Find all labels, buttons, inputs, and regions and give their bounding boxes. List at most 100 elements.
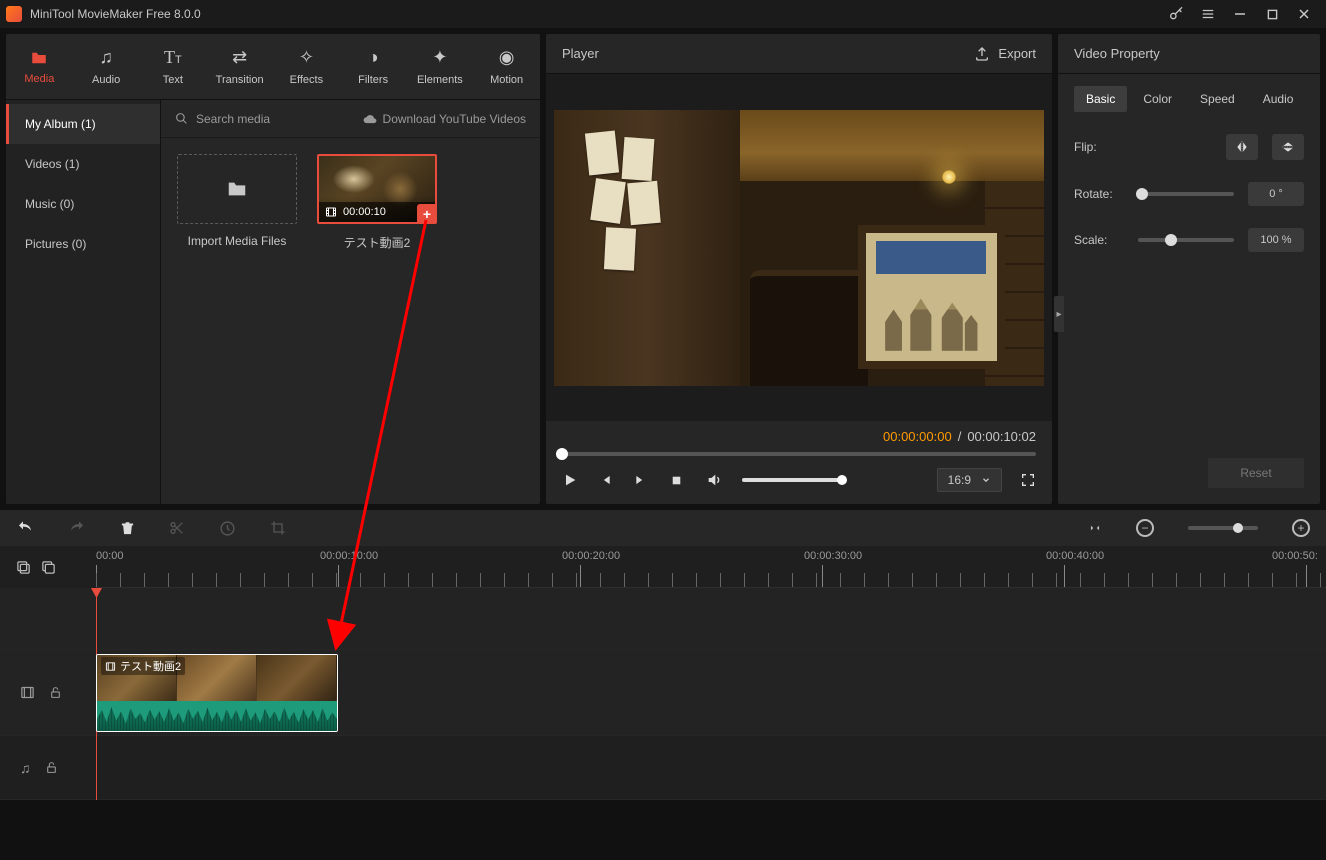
- tab-filters[interactable]: ◑ Filters: [340, 34, 407, 99]
- download-youtube-link[interactable]: Download YouTube Videos: [363, 112, 526, 126]
- tab-elements[interactable]: ✦ Elements: [407, 34, 474, 99]
- delete-button[interactable]: [120, 520, 135, 537]
- audio-track[interactable]: ♫: [0, 736, 1326, 800]
- motion-icon: ◉: [499, 47, 515, 68]
- clip-waveform: [97, 701, 337, 731]
- lock-icon[interactable]: [49, 685, 62, 700]
- zoom-in-button[interactable]: +: [1292, 519, 1310, 537]
- rotate-label: Rotate:: [1074, 187, 1124, 201]
- undo-button[interactable]: [16, 520, 34, 536]
- folder-icon: [29, 49, 49, 67]
- transition-icon: ⇄: [232, 47, 247, 68]
- crop-button[interactable]: [270, 520, 286, 536]
- video-track[interactable]: テスト動画2: [0, 650, 1326, 736]
- export-label: Export: [998, 46, 1036, 61]
- elements-icon: ✦: [432, 47, 447, 68]
- volume-button[interactable]: [706, 472, 724, 488]
- app-title: MiniTool MovieMaker Free 8.0.0: [30, 7, 201, 21]
- zoom-out-button[interactable]: −: [1136, 519, 1154, 537]
- add-track-button[interactable]: [16, 560, 31, 575]
- search-icon: [175, 112, 188, 125]
- seek-slider[interactable]: [562, 452, 1036, 456]
- rotate-slider[interactable]: [1138, 192, 1234, 196]
- prop-tab-color[interactable]: Color: [1131, 86, 1184, 112]
- next-frame-button[interactable]: [634, 473, 652, 487]
- split-button[interactable]: [169, 520, 185, 536]
- prev-frame-button[interactable]: [598, 473, 616, 487]
- redo-button[interactable]: [68, 520, 86, 536]
- close-button[interactable]: [1288, 0, 1320, 28]
- sidebar-item-label: Videos (1): [25, 157, 79, 171]
- text-icon: TT: [164, 47, 182, 68]
- search-placeholder: Search media: [196, 112, 270, 126]
- timeline-fit-button[interactable]: [1088, 520, 1102, 536]
- flip-label: Flip:: [1074, 140, 1124, 154]
- tab-label: Media: [24, 73, 54, 85]
- media-panel: Media ♫ Audio TT Text ⇄ Transition ✧ Eff…: [6, 34, 540, 504]
- scale-slider[interactable]: [1138, 238, 1234, 242]
- tab-media[interactable]: Media: [6, 34, 73, 99]
- import-media-button[interactable]: Import Media Files: [177, 154, 297, 251]
- chevron-down-icon: [981, 475, 991, 485]
- sidebar-item-my-album[interactable]: My Album (1): [6, 104, 160, 144]
- search-input[interactable]: Search media: [175, 112, 353, 126]
- stop-button[interactable]: [670, 474, 688, 487]
- export-button[interactable]: Export: [974, 46, 1036, 62]
- preview-area[interactable]: [546, 74, 1052, 421]
- speed-button[interactable]: [219, 520, 236, 537]
- main-tabs: Media ♫ Audio TT Text ⇄ Transition ✧ Eff…: [6, 34, 540, 100]
- tab-effects[interactable]: ✧ Effects: [273, 34, 340, 99]
- maximize-button[interactable]: [1256, 0, 1288, 28]
- volume-slider[interactable]: [742, 478, 842, 482]
- prop-tab-speed[interactable]: Speed: [1188, 86, 1247, 112]
- timeline-clip[interactable]: テスト動画2: [96, 654, 338, 732]
- tab-label: Effects: [290, 74, 323, 86]
- menu-icon[interactable]: [1192, 0, 1224, 28]
- tab-motion[interactable]: ◉ Motion: [473, 34, 540, 99]
- sidebar-item-label: Music (0): [25, 197, 74, 211]
- tab-audio[interactable]: ♫ Audio: [73, 34, 140, 99]
- aspect-ratio-select[interactable]: 16:9: [937, 468, 1002, 492]
- clip-duration: 00:00:10: [343, 206, 386, 218]
- prop-tab-basic[interactable]: Basic: [1074, 86, 1127, 112]
- sidebar-item-music[interactable]: Music (0): [6, 184, 160, 224]
- timeline: 00:00 00:00:10:00 00:00:20:00 00:00:30:0…: [0, 546, 1326, 800]
- tab-transition[interactable]: ⇄ Transition: [206, 34, 273, 99]
- player-title: Player: [562, 46, 599, 61]
- sidebar-item-videos[interactable]: Videos (1): [6, 144, 160, 184]
- time-current: 00:00:00:00: [883, 429, 952, 444]
- play-button[interactable]: [562, 472, 580, 488]
- reset-button[interactable]: Reset: [1208, 458, 1304, 488]
- fullscreen-button[interactable]: [1020, 472, 1036, 488]
- zoom-slider[interactable]: [1188, 526, 1258, 530]
- ruler-label: 00:00:50:: [1272, 550, 1318, 562]
- video-track-icon: [20, 685, 35, 700]
- add-to-timeline-button[interactable]: +: [417, 204, 437, 224]
- scale-value[interactable]: 100 %: [1248, 228, 1304, 252]
- overlay-track[interactable]: [0, 588, 1326, 650]
- license-key-icon[interactable]: [1160, 0, 1192, 28]
- clip-label: テスト動画2: [101, 657, 185, 675]
- time-ruler[interactable]: 00:00 00:00:10:00 00:00:20:00 00:00:30:0…: [96, 546, 1326, 588]
- audio-track-icon: ♫: [20, 760, 31, 776]
- flip-horizontal-button[interactable]: [1226, 134, 1258, 160]
- tab-label: Motion: [490, 74, 523, 86]
- collapse-property-panel[interactable]: ▸: [1054, 296, 1064, 332]
- tab-text[interactable]: TT Text: [140, 34, 207, 99]
- effects-icon: ✧: [299, 47, 314, 68]
- rotate-value[interactable]: 0 °: [1248, 182, 1304, 206]
- filters-icon: ◑: [368, 47, 379, 68]
- aspect-value: 16:9: [948, 473, 971, 487]
- prop-tab-audio[interactable]: Audio: [1251, 86, 1306, 112]
- lock-icon[interactable]: [45, 760, 58, 775]
- app-logo-icon: [6, 6, 22, 22]
- player-panel: Player Export: [546, 34, 1052, 504]
- flip-vertical-button[interactable]: [1272, 134, 1304, 160]
- title-bar: MiniTool MovieMaker Free 8.0.0: [0, 0, 1326, 28]
- remove-track-button[interactable]: [41, 560, 56, 575]
- sidebar-item-pictures[interactable]: Pictures (0): [6, 224, 160, 264]
- property-panel: Video Property Basic Color Speed Audio F…: [1058, 34, 1320, 504]
- minimize-button[interactable]: [1224, 0, 1256, 28]
- media-clip-item[interactable]: 00:00:10 + テスト動画2: [317, 154, 437, 251]
- tab-label: Filters: [358, 74, 388, 86]
